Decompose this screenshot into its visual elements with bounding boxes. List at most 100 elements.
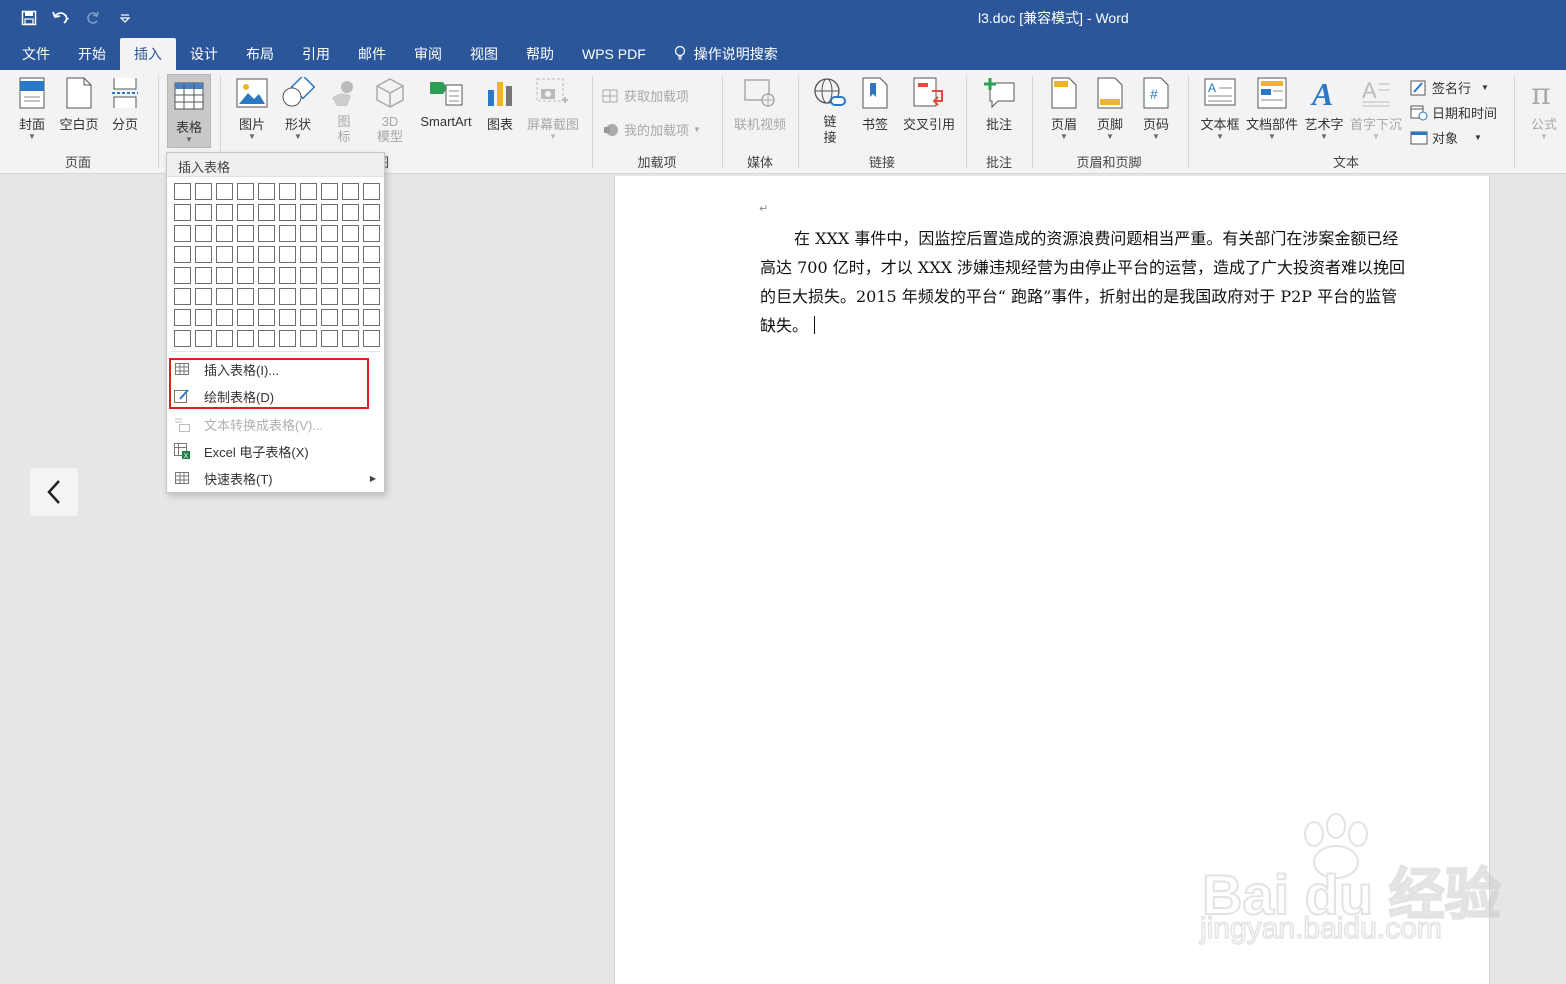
tab-references[interactable]: 引用: [288, 38, 344, 70]
table-grid-cell[interactable]: [363, 204, 380, 221]
document-paragraph[interactable]: 在 XXX 事件中，因监控后置造成的资源浪费问题相当严重。有关部门在涉案金额已经…: [760, 224, 1410, 340]
quick-parts-button[interactable]: 文档部件 ▼: [1244, 76, 1300, 141]
table-grid-cell[interactable]: [363, 309, 380, 326]
table-grid-cell[interactable]: [216, 267, 233, 284]
table-grid-cell[interactable]: [342, 309, 359, 326]
redo-icon[interactable]: [82, 6, 104, 30]
footer-button[interactable]: 页脚 ▼: [1088, 76, 1132, 141]
table-grid-cell[interactable]: [342, 288, 359, 305]
table-grid-cell[interactable]: [363, 330, 380, 347]
get-addins-button[interactable]: 获取加载项: [602, 86, 689, 105]
menu-convert-text-to-table[interactable]: 文本转换成表格(V)...: [167, 411, 386, 437]
table-grid-cell[interactable]: [363, 183, 380, 200]
bookmark-button[interactable]: 书签: [854, 76, 896, 133]
table-grid-cell[interactable]: [321, 225, 338, 242]
table-grid-cell[interactable]: [216, 204, 233, 221]
table-grid-cell[interactable]: [216, 309, 233, 326]
table-button[interactable]: 表格 ▼: [167, 74, 211, 148]
table-grid-cell[interactable]: [216, 183, 233, 200]
table-grid-cell[interactable]: [237, 267, 254, 284]
equation-button[interactable]: π 公式 ▼: [1524, 76, 1564, 141]
table-grid-cell[interactable]: [363, 225, 380, 242]
table-grid-cell[interactable]: [300, 183, 317, 200]
cross-reference-button[interactable]: 交叉引用: [898, 76, 960, 133]
cover-page-button[interactable]: 封面 ▼: [10, 76, 54, 141]
table-grid-cell[interactable]: [258, 267, 275, 284]
picture-button[interactable]: 图片 ▼: [230, 76, 274, 141]
menu-quick-tables[interactable]: 快速表格(T) ▶: [167, 465, 386, 491]
new-comment-button[interactable]: 批注: [976, 76, 1022, 133]
table-grid-cell[interactable]: [342, 225, 359, 242]
menu-excel-spreadsheet[interactable]: X Excel 电子表格(X): [167, 438, 386, 464]
shape-button[interactable]: 形状 ▼: [276, 76, 320, 141]
table-grid-cell[interactable]: [195, 204, 212, 221]
wordart-button[interactable]: A 艺术字 ▼: [1302, 76, 1346, 141]
table-grid-cell[interactable]: [321, 288, 338, 305]
table-grid-cell[interactable]: [237, 288, 254, 305]
table-grid-cell[interactable]: [300, 288, 317, 305]
table-grid-cell[interactable]: [363, 288, 380, 305]
table-grid-cell[interactable]: [321, 246, 338, 263]
textbox-button[interactable]: A 文本框 ▼: [1198, 76, 1242, 141]
blank-page-button[interactable]: 空白页: [56, 76, 102, 133]
table-size-grid[interactable]: [174, 183, 380, 347]
table-grid-cell[interactable]: [321, 309, 338, 326]
table-grid-cell[interactable]: [279, 267, 296, 284]
tab-review[interactable]: 审阅: [400, 38, 456, 70]
table-grid-cell[interactable]: [216, 330, 233, 347]
table-grid-cell[interactable]: [195, 330, 212, 347]
screenshot-button[interactable]: 屏幕截图 ▼: [524, 76, 582, 141]
date-time-button[interactable]: 日期和时间: [1410, 103, 1497, 122]
page-number-button[interactable]: # 页码 ▼: [1134, 76, 1178, 141]
table-grid-cell[interactable]: [174, 204, 191, 221]
table-grid-cell[interactable]: [279, 225, 296, 242]
chart-button[interactable]: 图表: [480, 76, 520, 133]
table-grid-cell[interactable]: [216, 246, 233, 263]
table-grid-cell[interactable]: [258, 246, 275, 263]
3d-model-button[interactable]: 3D 模型: [368, 76, 412, 144]
tab-wps-pdf[interactable]: WPS PDF: [568, 38, 660, 70]
table-grid-cell[interactable]: [237, 330, 254, 347]
table-grid-cell[interactable]: [321, 183, 338, 200]
undo-icon[interactable]: [50, 6, 72, 30]
online-video-button[interactable]: 联机视频: [730, 76, 790, 133]
tab-layout[interactable]: 布局: [232, 38, 288, 70]
table-grid-cell[interactable]: [279, 288, 296, 305]
table-grid-cell[interactable]: [195, 225, 212, 242]
table-grid-cell[interactable]: [237, 225, 254, 242]
table-grid-cell[interactable]: [258, 204, 275, 221]
save-icon[interactable]: [18, 6, 40, 30]
table-grid-cell[interactable]: [195, 309, 212, 326]
table-grid-cell[interactable]: [237, 183, 254, 200]
table-grid-cell[interactable]: [258, 183, 275, 200]
table-grid-cell[interactable]: [258, 309, 275, 326]
table-grid-cell[interactable]: [279, 204, 296, 221]
table-grid-cell[interactable]: [342, 183, 359, 200]
tab-mailings[interactable]: 邮件: [344, 38, 400, 70]
table-grid-cell[interactable]: [174, 183, 191, 200]
table-grid-cell[interactable]: [237, 246, 254, 263]
table-grid-cell[interactable]: [300, 204, 317, 221]
tab-file[interactable]: 文件: [8, 38, 64, 70]
table-grid-cell[interactable]: [363, 246, 380, 263]
customize-qat-icon[interactable]: [114, 6, 136, 30]
table-grid-cell[interactable]: [174, 246, 191, 263]
table-grid-cell[interactable]: [216, 288, 233, 305]
tab-design[interactable]: 设计: [176, 38, 232, 70]
table-grid-cell[interactable]: [174, 309, 191, 326]
table-grid-cell[interactable]: [342, 267, 359, 284]
table-grid-cell[interactable]: [321, 204, 338, 221]
table-grid-cell[interactable]: [174, 267, 191, 284]
table-grid-cell[interactable]: [342, 204, 359, 221]
table-grid-cell[interactable]: [174, 330, 191, 347]
drop-cap-button[interactable]: A 首字下沉 ▼: [1348, 76, 1404, 141]
table-grid-cell[interactable]: [258, 330, 275, 347]
signature-line-button[interactable]: 签名行 ▼: [1410, 78, 1489, 97]
table-grid-cell[interactable]: [300, 246, 317, 263]
table-grid-cell[interactable]: [195, 288, 212, 305]
table-grid-cell[interactable]: [300, 309, 317, 326]
table-grid-cell[interactable]: [237, 204, 254, 221]
tab-help[interactable]: 帮助: [512, 38, 568, 70]
tab-insert[interactable]: 插入: [120, 38, 176, 70]
table-grid-cell[interactable]: [258, 288, 275, 305]
